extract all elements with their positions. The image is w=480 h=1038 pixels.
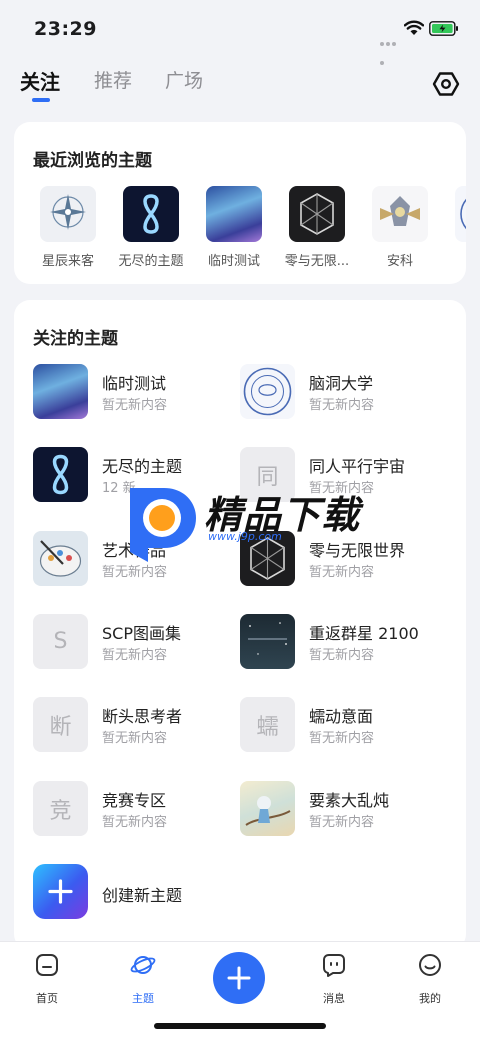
star-compass-thumb xyxy=(40,186,96,242)
wifi-icon xyxy=(404,20,424,35)
topic-name: 断头思考者 xyxy=(102,707,183,726)
recent-item[interactable]: 临时测试 xyxy=(201,186,267,269)
galaxy-thumb xyxy=(206,186,262,242)
publish-button[interactable] xyxy=(213,952,265,1004)
recent-item[interactable]: 零与无限... xyxy=(284,186,350,269)
recent-topics-title: 最近浏览的主题 xyxy=(33,151,152,171)
nav-topics[interactable]: 主题 xyxy=(113,952,173,1006)
recent-item[interactable]: 星辰来客 xyxy=(35,186,101,269)
nav-messages[interactable]: 消息 xyxy=(304,952,364,1006)
topic-name: 要素大乱炖 xyxy=(309,791,390,810)
topic-name: SCP图画集 xyxy=(102,624,181,643)
signal-dots-icon xyxy=(380,31,402,65)
active-tab-indicator xyxy=(32,98,50,102)
topic-status: 暂无新内容 xyxy=(309,815,375,830)
cube-thumb xyxy=(289,186,345,242)
profile-icon xyxy=(419,954,441,976)
nav-topics-label: 主题 xyxy=(132,992,154,1005)
topic-name: 同人平行宇宙 xyxy=(309,457,406,476)
recent-item[interactable]: 安科 xyxy=(367,186,433,269)
followed-topic-item[interactable]: 要素大乱炖 暂无新内容 xyxy=(240,781,440,837)
topic-status: 暂无新内容 xyxy=(309,731,375,746)
status-time: 23:29 xyxy=(34,18,97,40)
status-bar: 23:29 xyxy=(0,0,480,65)
stars-thumb xyxy=(240,614,295,669)
recent-item-label: 星辰来客 xyxy=(41,254,94,269)
followed-topics-title: 关注的主题 xyxy=(33,329,118,349)
topic-placeholder-thumb: 蠕 xyxy=(240,697,295,752)
message-icon xyxy=(323,954,345,977)
topic-placeholder-thumb: S xyxy=(33,614,88,669)
recent-item-label: 安科 xyxy=(386,254,413,269)
topic-name: 脑洞大学 xyxy=(309,374,374,393)
topic-name: 临时测试 xyxy=(102,374,167,393)
topic-name: 蠕动意面 xyxy=(309,707,374,726)
nav-messages-label: 消息 xyxy=(323,992,345,1005)
plus-icon xyxy=(48,879,73,904)
plus-icon xyxy=(227,966,251,990)
nav-home-label: 首页 xyxy=(36,992,58,1005)
tab-recommend[interactable]: 推荐 xyxy=(94,66,132,93)
battery-icon xyxy=(429,21,458,36)
recent-item-label: 临时测试 xyxy=(207,254,260,269)
seal-thumb xyxy=(455,186,466,242)
topic-name: 竞赛专区 xyxy=(102,791,167,810)
bottom-nav: 首页 主题 消息 我的 xyxy=(0,941,480,1038)
infinity-thumb xyxy=(123,186,179,242)
galaxy-thumb xyxy=(33,364,88,419)
create-topic-button[interactable] xyxy=(33,864,88,919)
palette-thumb xyxy=(33,531,88,586)
recent-topics-card: 最近浏览的主题 星辰来客 无尽的主题 临时测试 零与无限... 安科 xyxy=(14,122,466,284)
recent-item-label: 无尽的主题 xyxy=(118,254,184,269)
topic-status: 暂无新内容 xyxy=(102,731,168,746)
recent-item[interactable]: 无尽的主题 xyxy=(118,186,184,269)
planet-icon xyxy=(130,956,156,974)
watermark-url: www.j9p.com xyxy=(208,530,282,543)
watermark: 精品下载 www.j9p.com xyxy=(116,478,376,568)
infinity-thumb xyxy=(33,447,88,502)
seal-thumb xyxy=(240,364,295,419)
followed-topic-item[interactable]: 重返群星 2100 暂无新内容 xyxy=(240,614,440,670)
create-topic-label[interactable]: 创建新主题 xyxy=(102,882,182,906)
followed-topics-card: 关注的主题 临时测试 暂无新内容 脑洞大学 暂无新内容 无尽的主题 12 新 同… xyxy=(14,300,466,950)
recent-item-label: 零与无限... xyxy=(284,254,350,269)
followed-topic-item[interactable]: 临时测试 暂无新内容 xyxy=(33,364,233,420)
followed-topic-item[interactable]: S SCP图画集 暂无新内容 xyxy=(33,614,233,670)
topic-placeholder-thumb: 断 xyxy=(33,697,88,752)
illustration-thumb xyxy=(240,781,295,836)
tab-square[interactable]: 广场 xyxy=(165,66,203,93)
topic-status: 暂无新内容 xyxy=(102,815,168,830)
followed-topic-item[interactable]: 蠕 蠕动意面 暂无新内容 xyxy=(240,697,440,753)
followed-topic-item[interactable]: 竞 竞赛专区 暂无新内容 xyxy=(33,781,233,837)
home-icon xyxy=(36,954,58,976)
emblem-thumb xyxy=(372,186,428,242)
nav-home[interactable]: 首页 xyxy=(17,952,77,1006)
watermark-logo-icon xyxy=(130,488,196,562)
nav-profile[interactable]: 我的 xyxy=(400,952,460,1006)
recent-item[interactable]: 脑 xyxy=(450,186,466,269)
topic-placeholder-thumb: 竞 xyxy=(33,781,88,836)
topic-name: 重返群星 2100 xyxy=(309,624,419,643)
followed-topic-item[interactable]: 脑洞大学 暂无新内容 xyxy=(240,364,440,420)
recent-item-label: 脑 xyxy=(450,250,466,269)
topic-status: 暂无新内容 xyxy=(309,648,375,663)
topic-status: 暂无新内容 xyxy=(309,398,375,413)
topic-status: 暂无新内容 xyxy=(102,398,168,413)
tab-follow[interactable]: 关注 xyxy=(20,66,60,95)
followed-topic-item[interactable]: 断 断头思考者 暂无新内容 xyxy=(33,697,233,753)
topic-name: 无尽的主题 xyxy=(102,457,183,476)
settings-hex-icon[interactable] xyxy=(432,70,460,98)
topic-status: 暂无新内容 xyxy=(102,648,168,663)
home-indicator xyxy=(154,1023,326,1029)
nav-profile-label: 我的 xyxy=(419,992,441,1005)
